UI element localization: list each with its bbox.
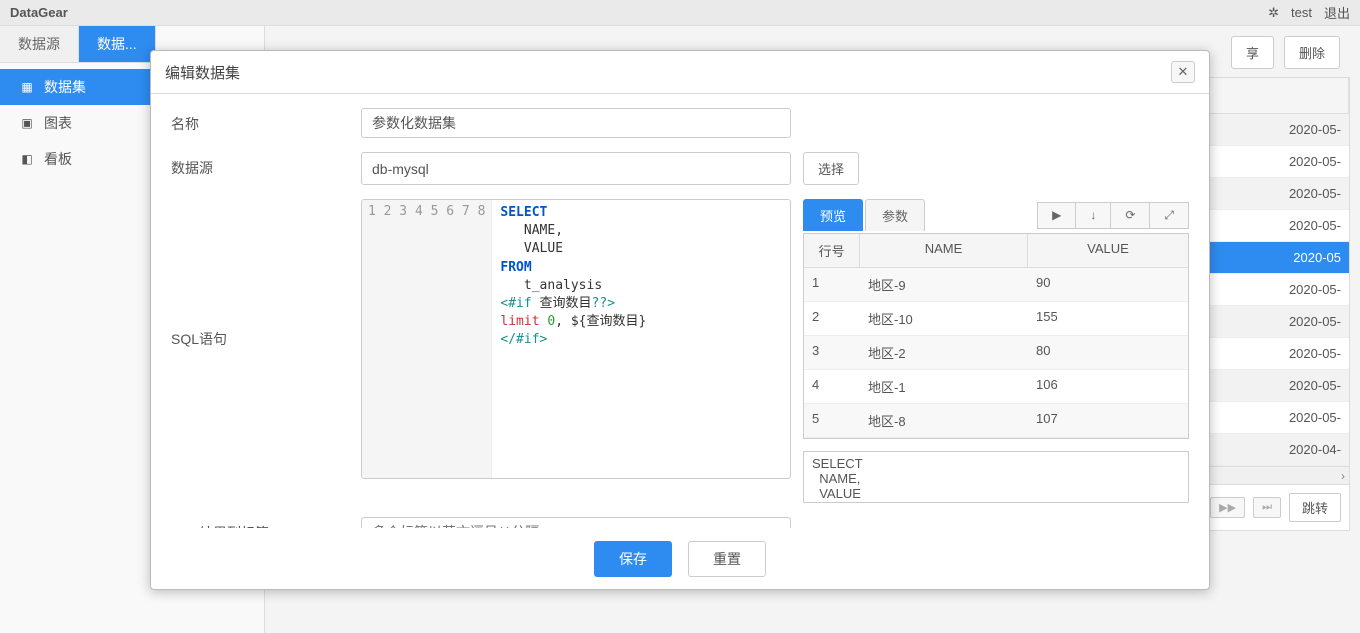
name-input[interactable]	[361, 108, 791, 138]
run-icon[interactable]: ▶	[1037, 202, 1076, 229]
sidebar-item-label: 数据集	[44, 77, 86, 97]
col-rownum[interactable]: 行号	[804, 234, 860, 267]
pager-last[interactable]: ⏭	[1253, 497, 1281, 518]
close-icon[interactable]: ✕	[1171, 61, 1195, 83]
logout-link[interactable]: 退出	[1324, 3, 1350, 22]
label-datasource: 数据源	[171, 152, 361, 178]
table-row[interactable]: 4地区-1106	[804, 370, 1188, 404]
datasource-input[interactable]	[361, 152, 791, 185]
table-row[interactable]: 2地区-10155	[804, 302, 1188, 336]
user-name[interactable]: test	[1291, 5, 1312, 20]
params-tab[interactable]: 参数	[865, 199, 925, 231]
preview-table: 行号 NAME VALUE 1地区-9902地区-101553地区-2804地区…	[803, 233, 1189, 439]
table-row[interactable]: 5地区-8107	[804, 404, 1188, 438]
pager-next[interactable]: ▶▶	[1210, 497, 1245, 518]
edit-dataset-dialog: 编辑数据集 ✕ 名称 数据源 选择 SQL语句 1 2 3 4 5 6 7 8 …	[150, 50, 1210, 590]
delete-button[interactable]: 删除	[1284, 36, 1340, 69]
sidebar-item-label: 图表	[44, 113, 72, 133]
save-button[interactable]: 保存	[594, 541, 672, 577]
col-name[interactable]: NAME	[860, 234, 1028, 267]
brand: DataGear	[10, 5, 68, 20]
select-datasource-button[interactable]: 选择	[803, 152, 859, 185]
tab-data[interactable]: 数据...	[79, 26, 156, 62]
col-value[interactable]: VALUE	[1028, 234, 1188, 267]
sidebar-icon: ▦	[20, 80, 34, 94]
label-cols: SQL结果列标签	[171, 517, 361, 528]
reset-button[interactable]: 重置	[688, 541, 766, 577]
topbar: DataGear ✲ test 退出	[0, 0, 1360, 26]
sidebar-item-label: 看板	[44, 149, 72, 169]
dialog-title: 编辑数据集	[165, 62, 240, 83]
label-name: 名称	[171, 108, 361, 134]
settings-icon[interactable]: ✲	[1268, 5, 1279, 21]
tab-datasource[interactable]: 数据源	[0, 26, 79, 62]
sql-output[interactable]: SELECT NAME, VALUE	[803, 451, 1189, 503]
table-row[interactable]: 1地区-990	[804, 268, 1188, 302]
cols-input[interactable]	[361, 517, 791, 528]
pager-jump[interactable]: 跳转	[1289, 493, 1341, 522]
sql-editor[interactable]: 1 2 3 4 5 6 7 8 SELECT NAME, VALUE FROM …	[361, 199, 791, 479]
table-row[interactable]: 3地区-280	[804, 336, 1188, 370]
sidebar-icon: ▣	[20, 116, 34, 130]
label-sql: SQL语句	[171, 199, 361, 349]
share-button[interactable]: 享	[1231, 36, 1274, 69]
down-icon[interactable]: ↓	[1076, 202, 1111, 229]
preview-tab[interactable]: 预览	[803, 199, 863, 231]
refresh-icon[interactable]: ⟳	[1111, 202, 1150, 229]
expand-icon[interactable]: ⤢	[1150, 202, 1189, 229]
sidebar-icon: ◧	[20, 152, 34, 166]
